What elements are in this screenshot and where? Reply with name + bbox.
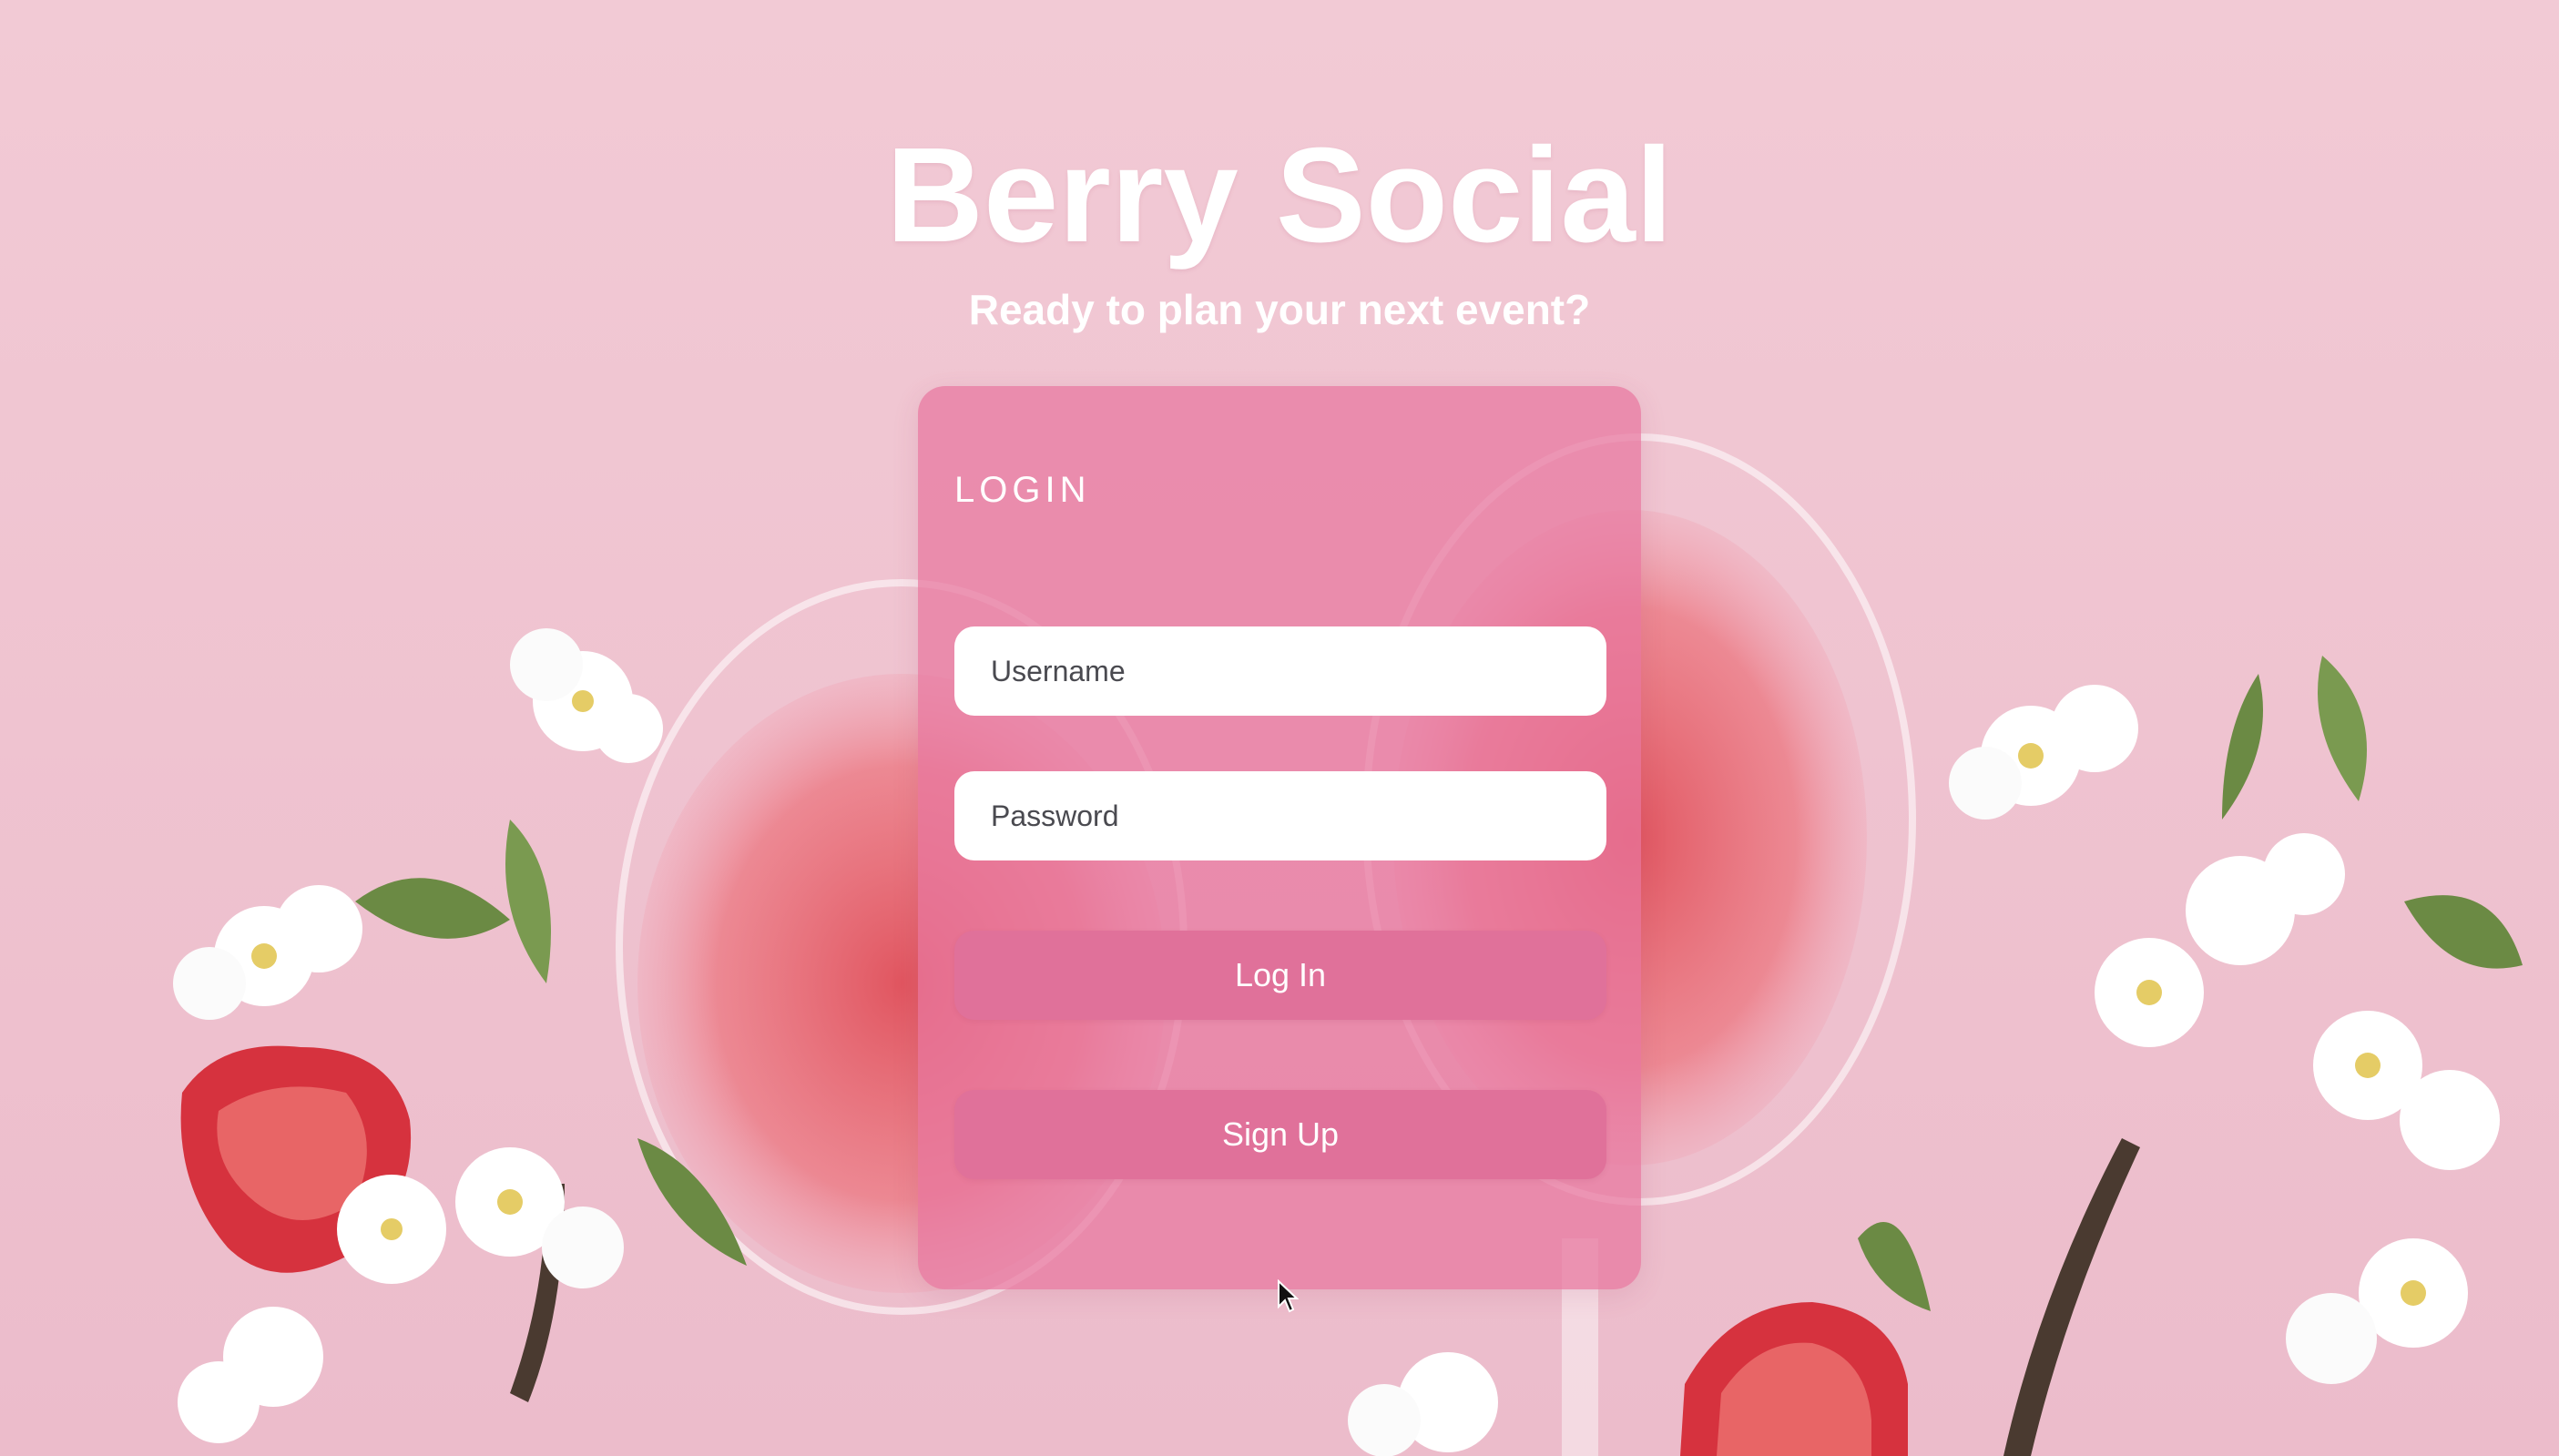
login-button[interactable]: Log In: [954, 931, 1606, 1020]
password-input[interactable]: [954, 771, 1606, 860]
app-title: Berry Social: [886, 120, 1673, 270]
login-card: LOGIN Log In Sign Up: [918, 386, 1641, 1289]
login-page: Berry Social Ready to plan your next eve…: [0, 0, 2559, 1456]
login-heading: LOGIN: [954, 470, 1091, 510]
mouse-cursor-icon: [1278, 1279, 1299, 1313]
signup-button[interactable]: Sign Up: [954, 1090, 1606, 1179]
app-subtitle: Ready to plan your next event?: [968, 286, 1591, 333]
username-input[interactable]: [954, 626, 1606, 716]
